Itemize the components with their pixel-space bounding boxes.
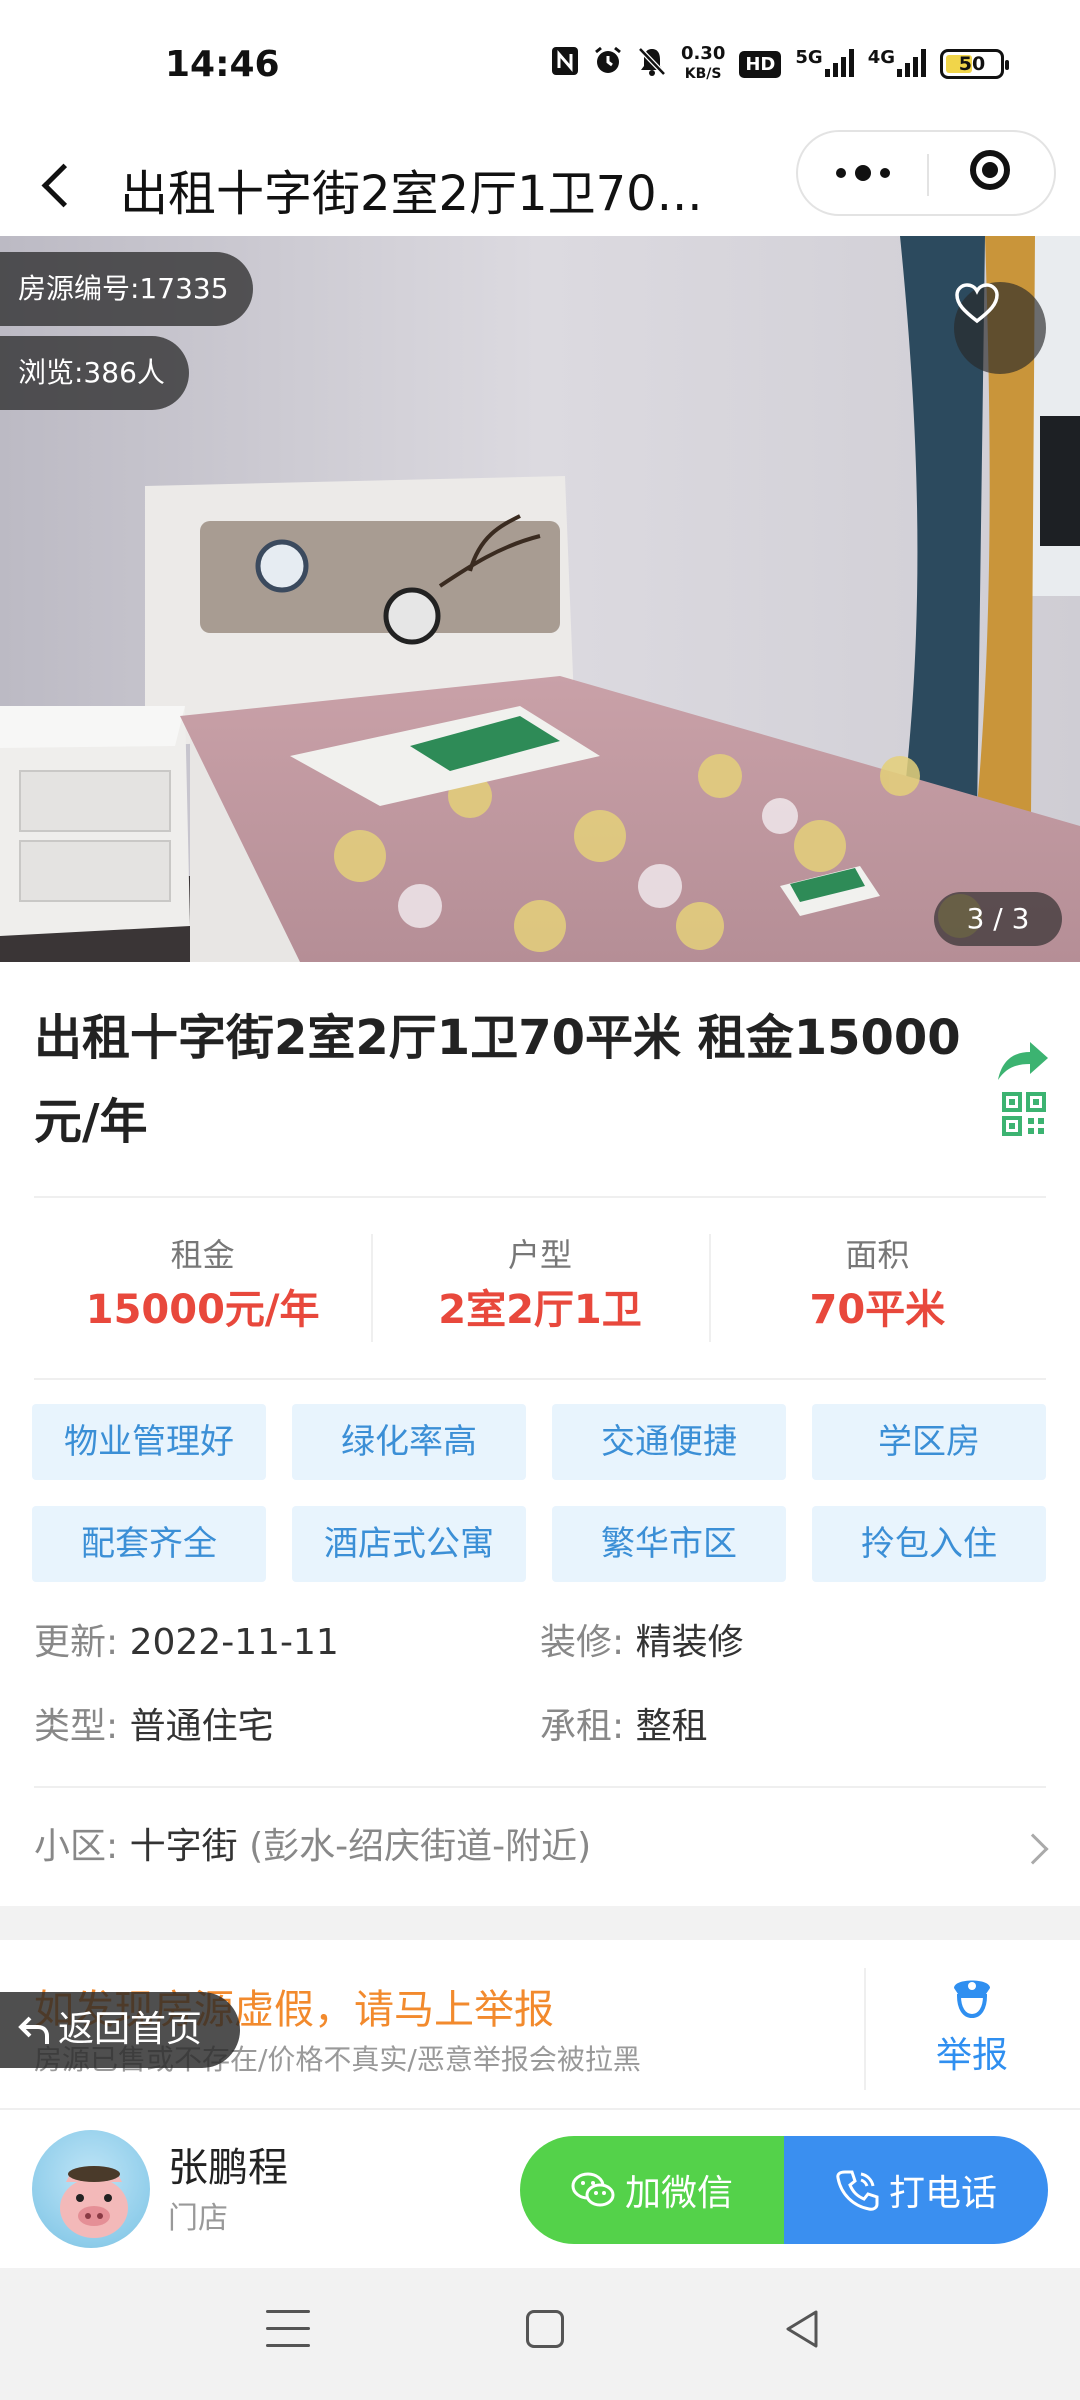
feature-tag: 学区房 bbox=[812, 1404, 1046, 1480]
feature-tag: 配套齐全 bbox=[32, 1506, 266, 1582]
detail-key: 装修: bbox=[540, 1622, 625, 1663]
alarm-icon bbox=[593, 46, 623, 82]
photo-counter: 3 / 3 bbox=[934, 892, 1062, 946]
system-navigation-bar bbox=[0, 2268, 1080, 2400]
detail-value: 2022-11-11 bbox=[129, 1622, 339, 1663]
stat-layout: 户型 2室2厅1卫 bbox=[371, 1230, 708, 1342]
signal-bars-icon bbox=[897, 47, 926, 77]
close-mini-program-button[interactable] bbox=[929, 132, 1056, 214]
mute-icon bbox=[637, 46, 667, 82]
detail-type: 类型: 普通住宅 bbox=[34, 1702, 274, 1752]
qrcode-icon[interactable] bbox=[1002, 1092, 1046, 1136]
divider bbox=[34, 1378, 1046, 1380]
hd-icon: HD bbox=[739, 50, 782, 78]
signal-bars-icon bbox=[824, 47, 854, 77]
add-wechat-label: 加微信 bbox=[624, 2173, 733, 2214]
share-icon[interactable] bbox=[994, 1034, 1052, 1084]
return-home-label: 返回首页 bbox=[58, 2009, 203, 2050]
signal-5g-label: 5G bbox=[795, 46, 823, 68]
page-title: 出租十字街2室2厅1卫70... bbox=[120, 166, 703, 222]
net-speed-unit: KB/S bbox=[684, 66, 722, 82]
nav-bar: 出租十字街2室2厅1卫70... bbox=[0, 130, 1080, 236]
call-label: 打电话 bbox=[888, 2173, 997, 2214]
divider bbox=[34, 1196, 1046, 1198]
battery-icon: 50 bbox=[940, 49, 1009, 79]
signal-4g: 4G bbox=[868, 47, 926, 82]
status-time: 14:46 bbox=[165, 44, 280, 85]
feature-tag: 拎包入住 bbox=[812, 1506, 1046, 1582]
wechat-icon bbox=[571, 2172, 615, 2207]
stat-value: 15000元/年 bbox=[85, 1287, 320, 1333]
feature-tag: 酒店式公寓 bbox=[292, 1506, 526, 1582]
divider bbox=[864, 1968, 866, 2090]
section-gap bbox=[0, 1906, 1080, 1940]
community-row[interactable]: 小区: 十字街 (彭水-绍庆街道-附近) bbox=[34, 1822, 591, 1872]
feature-tags: 物业管理好 绿化率高 交通便捷 学区房 配套齐全 酒店式公寓 繁华市区 拎包入住 bbox=[32, 1404, 1048, 1582]
police-icon bbox=[954, 1980, 990, 2019]
favorite-button[interactable] bbox=[954, 282, 1046, 374]
feature-tag: 繁华市区 bbox=[552, 1506, 786, 1582]
pig-avatar-icon bbox=[60, 2166, 128, 2238]
feature-tag: 交通便捷 bbox=[552, 1404, 786, 1480]
return-home-button[interactable]: 返回首页 bbox=[0, 1992, 240, 2068]
battery-level: 50 bbox=[958, 53, 986, 75]
detail-value: 整租 bbox=[635, 1706, 708, 1747]
report-label: 举报 bbox=[935, 2035, 1008, 2076]
system-back-button[interactable] bbox=[782, 2308, 822, 2350]
report-button[interactable]: 举报 bbox=[900, 1970, 1044, 2090]
signal-5g: 5G bbox=[795, 46, 854, 82]
call-button[interactable]: 打电话 bbox=[784, 2136, 1048, 2244]
chevron-right-icon bbox=[1017, 1833, 1049, 1865]
detail-value: 普通住宅 bbox=[129, 1706, 274, 1747]
detail-key: 更新: bbox=[34, 1622, 119, 1663]
divider bbox=[34, 1786, 1046, 1788]
return-arrow-icon bbox=[18, 2016, 49, 2044]
nfc-icon bbox=[551, 46, 579, 82]
stat-label: 租金 bbox=[170, 1236, 235, 1274]
back-button[interactable] bbox=[30, 148, 90, 218]
divider bbox=[0, 2108, 1080, 2110]
net-speed: 0.30 KB/S bbox=[681, 44, 725, 84]
detail-lease: 承租: 整租 bbox=[540, 1702, 708, 1752]
detail-value: 精装修 bbox=[635, 1622, 744, 1663]
stat-area: 面积 70平米 bbox=[708, 1230, 1046, 1342]
net-speed-value: 0.30 bbox=[680, 43, 726, 64]
stat-value: 70平米 bbox=[809, 1287, 946, 1333]
add-wechat-button[interactable]: 加微信 bbox=[520, 2136, 784, 2244]
key-stats: 租金 15000元/年 户型 2室2厅1卫 面积 70平米 bbox=[34, 1230, 1046, 1342]
detail-key: 类型: bbox=[34, 1706, 119, 1747]
listing-id-badge: 房源编号:17335 bbox=[0, 252, 253, 326]
status-icons: 0.30 KB/S HD 5G 4G 50 bbox=[551, 44, 1009, 84]
stat-label: 户型 bbox=[507, 1236, 572, 1274]
feature-tag: 物业管理好 bbox=[32, 1404, 266, 1480]
community-location: (彭水-绍庆街道-附近) bbox=[249, 1826, 592, 1867]
listing-title: 出租十字街2室2厅1卫70平米 租金15000元/年 bbox=[34, 1010, 961, 1150]
stat-rent: 租金 15000元/年 bbox=[34, 1230, 371, 1340]
signal-4g-label: 4G bbox=[867, 46, 895, 68]
agent-role: 门店 bbox=[168, 2201, 228, 2236]
avatar[interactable] bbox=[32, 2130, 150, 2248]
recent-apps-button[interactable] bbox=[266, 2310, 310, 2350]
phone-icon bbox=[836, 2170, 879, 2211]
detail-update: 更新: 2022-11-11 bbox=[34, 1618, 339, 1668]
heart-icon bbox=[955, 283, 999, 324]
listing-photo-carousel[interactable]: 房源编号:17335 浏览:386人 3 / 3 bbox=[0, 236, 1080, 962]
community-name: 十字街 bbox=[129, 1826, 238, 1867]
stat-label: 面积 bbox=[845, 1236, 910, 1274]
agent-name: 张鹏程 bbox=[168, 2145, 288, 2191]
home-button[interactable] bbox=[526, 2310, 564, 2348]
stat-value: 2室2厅1卫 bbox=[438, 1287, 642, 1333]
community-key: 小区: bbox=[34, 1826, 119, 1867]
detail-key: 承租: bbox=[540, 1706, 625, 1747]
feature-tag: 绿化率高 bbox=[292, 1404, 526, 1480]
detail-decoration: 装修: 精装修 bbox=[540, 1618, 744, 1668]
views-badge: 浏览:386人 bbox=[0, 336, 189, 410]
more-options-button[interactable] bbox=[798, 132, 927, 214]
mini-program-capsule bbox=[796, 130, 1056, 216]
status-bar: 14:46 0.30 KB/S HD 5G 4G 50 bbox=[0, 0, 1080, 130]
